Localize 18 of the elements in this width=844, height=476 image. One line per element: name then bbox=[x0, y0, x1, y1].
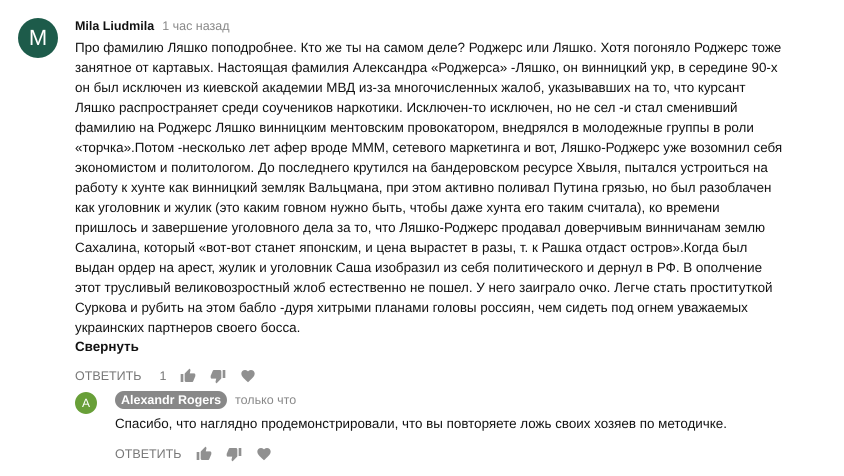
comment-text: Про фамилию Ляшко поподробнее. Кто же ты на самом деле? Роджерс или Ляшко. Хотя погоняло Роджерс тоже занятное от картавых. Настоящая фамилия Александра «Роджерса» -Ляшко, он винницкий укр, в середине 90-х он был исключен из киевской академии МВД из-за многочисленных жалоб, указывавших на то, что курсант Ляшко распространяет среди соучеников наркотики. Исключен-то исключен, но не сел -и стал сменивший фамилию на Роджерс Ляшко винницким ментовским провокатором, внедрялся в молодежные группы в роли «торчка».Потом -несколько лет афер вроде МММ, сетевого маркетинга и вот, Ляшко-Роджерс уже возомнил себя экономистом и политологом. До последнего крутился на бандеровском ресурсе Хвыля, пытался устроиться на работу к хунте как винницкий земляк Вальцмана, при этом активно поливал Путина грязью, но был разоблачен как уголовник и жулик (это каким говном нужно быть, чтобы даже хунта его таким считала), ко времени пришлось и завершение уголовного дела за то, что Ляшко-Роджерс продавал доверчивым винничанам землю Сахалина, который «вот-вот станет японским, и цена вырастет в разы, т. к Рашка отдаст остров».Когда был выдан ордер на арест, жулик и уголовник Саша изобразил из себя политического и дернул в РФ. В ополчение этот трусливый великовозростный жлоб естественно не пошел. У него заиграло очко. Легче стать проституткой Суркова и рубить на этом бабло -дуря хитрыми планами головы россиян, чем сидеть под огнем уважаемых украинских партнеров своего босса. bbox=[75, 39, 782, 337]
avatar[interactable]: M bbox=[18, 18, 58, 58]
timestamp[interactable]: только что bbox=[235, 393, 296, 407]
reply-button[interactable]: ОТВЕТИТЬ bbox=[115, 447, 182, 461]
collapse-link[interactable]: Свернуть bbox=[75, 339, 139, 354]
avatar[interactable]: A bbox=[75, 392, 97, 414]
thumbs-down-icon[interactable] bbox=[226, 446, 242, 462]
heart-icon[interactable] bbox=[256, 446, 272, 462]
like-count: 1 bbox=[160, 369, 166, 383]
thumbs-up-icon[interactable] bbox=[180, 368, 196, 384]
heart-icon[interactable] bbox=[240, 368, 256, 384]
timestamp[interactable]: 1 час назад bbox=[162, 19, 230, 33]
author-name[interactable]: Mila Liudmila bbox=[75, 19, 154, 33]
comment-text: Спасибо, что наглядно продемонстрировали, что вы повторяете ложь своих хозяев по методичке. bbox=[115, 415, 727, 433]
thumbs-down-icon[interactable] bbox=[210, 368, 226, 384]
reply-button[interactable]: ОТВЕТИТЬ bbox=[75, 369, 142, 383]
author-badge[interactable]: Alexandr Rogers bbox=[115, 391, 228, 409]
thumbs-up-icon[interactable] bbox=[196, 446, 212, 462]
